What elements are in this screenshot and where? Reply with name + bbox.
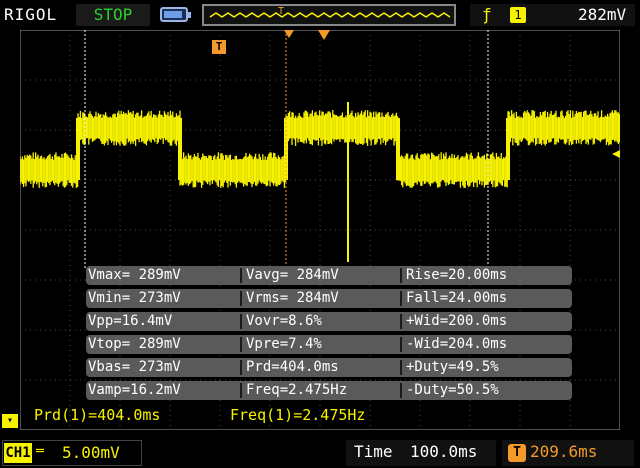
dc-coupling-icon: ═ (36, 444, 44, 459)
measurement-separator (240, 314, 242, 329)
measurement-cell: Rise=20.00ms (406, 267, 508, 283)
measurement-row: Vmax= 289mV Vavg= 284mV Rise=20.00ms (86, 266, 572, 285)
status-bar: CH1 ═ 5.00mV Time 100.0ms T 209.6ms (0, 438, 640, 468)
battery-icon (160, 7, 191, 22)
measurement-cell: Vbas= 273mV (88, 359, 181, 375)
measurement-cell: Vmax= 289mV (88, 267, 181, 283)
trace-edge (178, 118, 182, 180)
measurement-cell: Vamp=16.2mV (88, 382, 181, 398)
frequency-readout: Freq(1)=2.475Hz (230, 406, 366, 424)
memory-depth-strip: T (202, 4, 456, 26)
measurement-separator (240, 383, 242, 398)
ch1-badge[interactable]: CH1 (4, 443, 32, 463)
memory-trigger-marker: T (278, 6, 284, 17)
measurement-separator (400, 383, 402, 398)
measurement-row: Vmin= 273mV Vrms= 284mV Fall=24.00ms (86, 289, 572, 308)
measurement-separator (400, 337, 402, 352)
measurement-separator (240, 291, 242, 306)
measurement-table: Vmax= 289mV Vavg= 284mV Rise=20.00ms Vmin= … (86, 266, 572, 404)
measurement-row: Vtop= 289mV Vpre=7.4% -Wid=204.0ms (86, 335, 572, 354)
time-value: 100.0ms (410, 442, 478, 461)
brand-logo: RIGOL (4, 5, 58, 24)
measurement-separator (240, 337, 242, 352)
ch1-scale: 5.00mV (62, 443, 120, 462)
measurement-cell: -Wid=204.0ms (406, 336, 508, 352)
measurement-cell: Vmin= 273mV (88, 290, 181, 306)
trigger-level: 282mV (578, 5, 627, 24)
measurement-cell: Prd=404.0ms (246, 359, 339, 375)
measurement-separator (400, 268, 402, 283)
trigger-time-marker (284, 30, 294, 38)
time-label: Time (354, 442, 393, 461)
measurement-separator (240, 360, 242, 375)
trigger-T-marker: T (212, 40, 226, 54)
measurement-cell: Vrms= 284mV (246, 290, 339, 306)
trigger-info[interactable]: ƒ 1 282mV (470, 4, 635, 26)
measurement-row: Vamp=16.2mV Freq=2.475Hz -Duty=50.5% (86, 381, 572, 400)
measurement-cell: Vovr=8.6% (246, 313, 322, 329)
channel-ground-marker: ▾ (2, 414, 18, 428)
measurement-cell: Freq=2.475Hz (246, 382, 348, 398)
measurement-separator (240, 268, 242, 283)
timebase-info[interactable]: Time 100.0ms (346, 440, 496, 466)
ch1-level-marker (612, 150, 620, 158)
measurement-row: Vbas= 273mV Prd=404.0ms +Duty=49.5% (86, 358, 572, 377)
run-stop-button[interactable]: STOP (76, 4, 150, 26)
trace-edge (396, 118, 400, 180)
measurement-separator (400, 291, 402, 306)
measurement-cell: +Wid=200.0ms (406, 313, 508, 329)
measurement-cell: +Duty=49.5% (406, 359, 499, 375)
measurement-separator (400, 314, 402, 329)
offset-value: 209.6ms (530, 442, 598, 461)
trigger-source-badge: 1 (510, 7, 526, 23)
measurement-cell: Vpre=7.4% (246, 336, 322, 352)
measurement-cell: Vtop= 289mV (88, 336, 181, 352)
measurement-cell: Vavg= 284mV (246, 267, 339, 283)
measurement-cell: -Duty=50.5% (406, 382, 499, 398)
measurement-separator (400, 360, 402, 375)
trace-edge (76, 118, 80, 180)
memory-preview-wave (209, 12, 451, 18)
rising-edge-icon: ƒ (482, 5, 492, 24)
trigger-position-marker[interactable] (318, 30, 330, 40)
trace-edge (506, 118, 510, 180)
trigger-offset-icon: T (508, 444, 526, 462)
measurement-cell: Vpp=16.4mV (88, 313, 173, 329)
period-readout: Prd(1)=404.0ms (34, 406, 161, 424)
measurement-row: Vpp=16.4mV Vovr=8.6% +Wid=200.0ms (86, 312, 572, 331)
measurement-cell: Fall=24.00ms (406, 290, 508, 306)
top-bar: RIGOL STOP T ƒ 1 282mV (0, 0, 640, 30)
horizontal-offset-info[interactable]: T 209.6ms (502, 440, 634, 466)
